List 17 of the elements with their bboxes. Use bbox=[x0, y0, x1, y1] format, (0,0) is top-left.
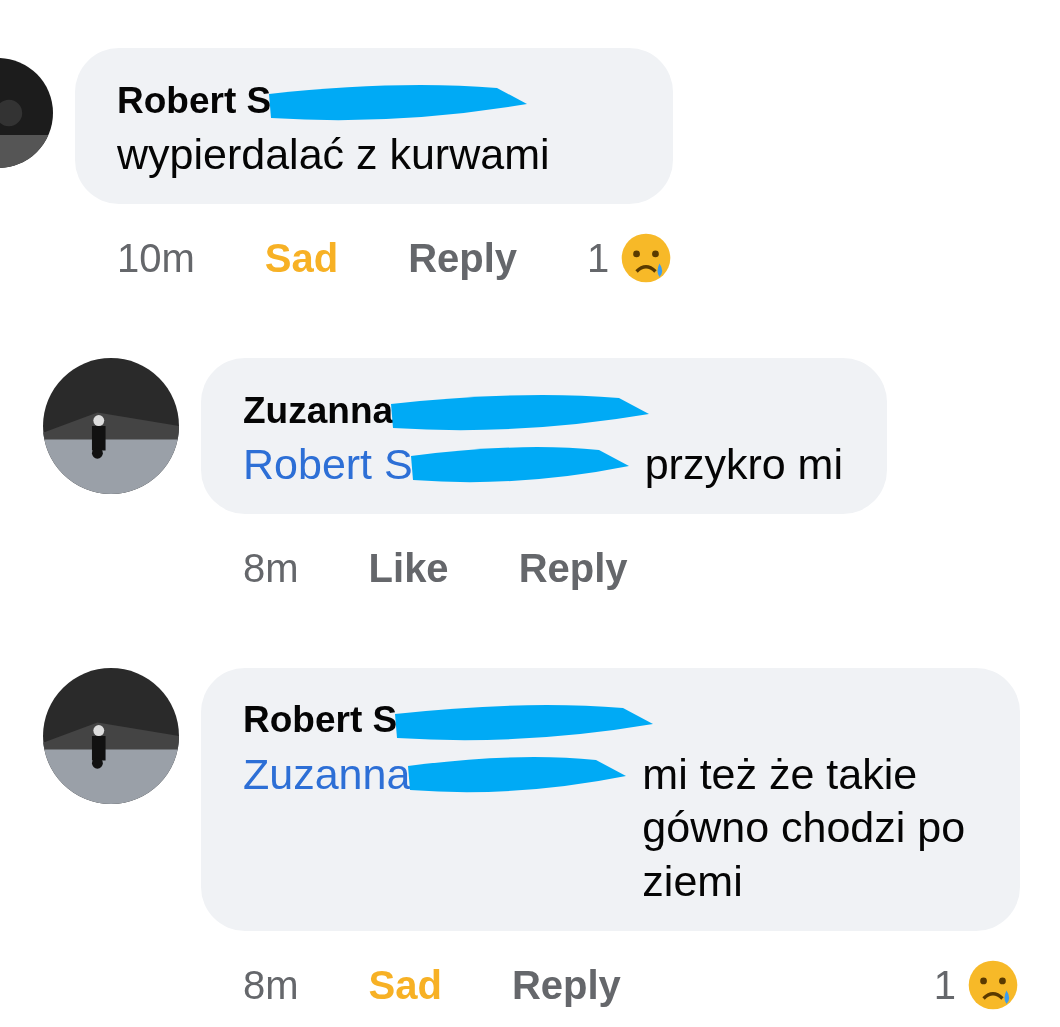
reply-link[interactable]: Reply bbox=[518, 537, 628, 598]
comment-text: mi też że takie gówno chodzi po ziemi bbox=[642, 748, 967, 907]
reply-link[interactable]: Reply bbox=[408, 227, 518, 288]
reaction-count: 1 bbox=[933, 961, 956, 1009]
author-name[interactable]: Robert S bbox=[117, 78, 272, 124]
author-name[interactable]: Zuzanna bbox=[243, 388, 394, 433]
mention-link[interactable]: Zuzanna bbox=[243, 747, 411, 802]
reaction-link[interactable]: Like bbox=[368, 537, 449, 598]
comment-text: przykro mi bbox=[644, 438, 843, 490]
timestamp: 8m bbox=[243, 544, 299, 592]
author-name[interactable]: Robert S bbox=[243, 698, 398, 743]
reply-link[interactable]: Reply bbox=[511, 954, 621, 1015]
reaction-count: 1 bbox=[587, 234, 610, 282]
timestamp: 8m bbox=[243, 961, 299, 1009]
mention-link[interactable]: Robert S bbox=[243, 437, 413, 492]
comment-text: wypierdalać z kurwami bbox=[117, 130, 550, 178]
timestamp: 10m bbox=[117, 234, 195, 282]
